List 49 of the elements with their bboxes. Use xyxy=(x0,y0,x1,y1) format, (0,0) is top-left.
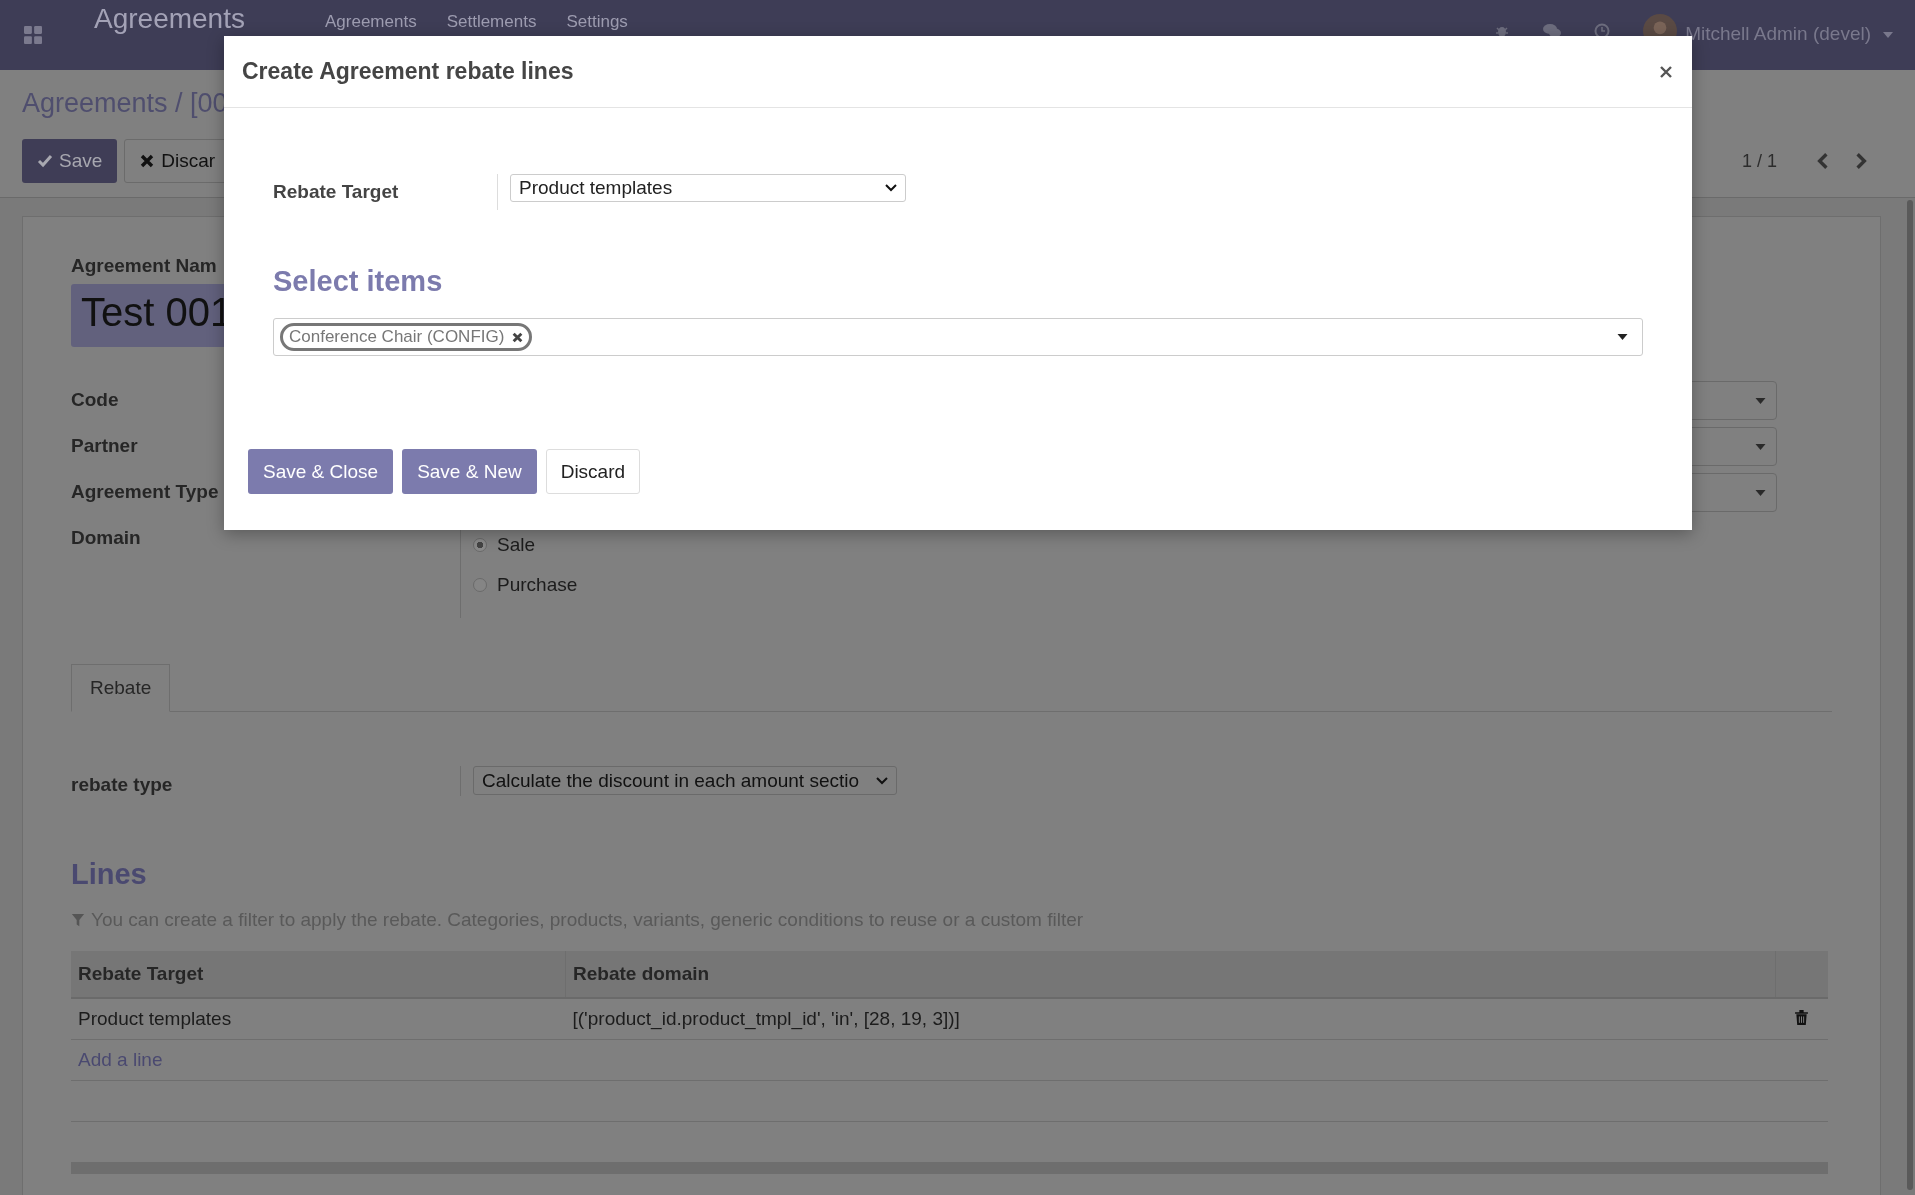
chevron-icon xyxy=(885,184,897,192)
field-label: Rebate Target xyxy=(273,180,400,204)
menu-item[interactable]: Settlements xyxy=(446,12,537,32)
table-cell: Product templates xyxy=(71,998,566,1040)
dialog-button[interactable]: Discard xyxy=(545,449,641,494)
tab[interactable]: Rebate xyxy=(71,664,171,712)
previous-icon[interactable] xyxy=(1817,152,1829,170)
caret-icon[interactable] xyxy=(1883,32,1893,38)
field-label: Agreement Nam xyxy=(71,255,218,277)
field-label: rebate type xyxy=(71,773,174,796)
field-label: Code xyxy=(71,388,120,412)
dialog-button[interactable]: Save & New xyxy=(402,449,537,494)
apps-grid-icon[interactable] xyxy=(24,26,42,44)
field-label: Domain xyxy=(71,526,142,550)
cross-icon xyxy=(139,153,156,169)
items-field[interactable]: Conference Chair (CONFIG) xyxy=(273,318,1643,356)
caret-icon xyxy=(1755,489,1766,496)
clock-icon[interactable] xyxy=(1593,23,1612,39)
next-icon[interactable] xyxy=(1855,152,1867,170)
dialog-title: Create Agreement rebate lines xyxy=(242,58,575,85)
remove-icon[interactable] xyxy=(512,331,524,343)
check-icon xyxy=(37,153,53,169)
app-title: Agreements xyxy=(94,3,245,34)
chat-icon[interactable] xyxy=(1543,23,1562,39)
menu-item[interactable]: Settings xyxy=(566,12,628,32)
close-icon[interactable] xyxy=(1660,65,1672,78)
field-label: Partner xyxy=(71,434,139,458)
filter-icon xyxy=(71,913,85,927)
rebate-target-select[interactable]: Product templates xyxy=(510,174,906,202)
trash-icon[interactable] xyxy=(1795,1010,1809,1025)
radio-option[interactable]: Purchase xyxy=(473,574,1777,596)
chevron-icon xyxy=(876,776,888,785)
caret-icon xyxy=(1755,397,1766,404)
menu-item[interactable]: Agreements xyxy=(324,12,417,32)
save-button[interactable]: Save xyxy=(22,139,118,183)
rebate-type-select[interactable]: Calculate the discount in each amount sectio xyxy=(473,766,897,795)
column-header[interactable]: Rebate domain xyxy=(565,951,1776,998)
section-title: Select items xyxy=(273,265,444,298)
user-menu[interactable]: Mitchell Admin (devel) xyxy=(1685,23,1871,45)
dialog-button[interactable]: Save & Close xyxy=(248,449,394,494)
caret-icon xyxy=(1617,334,1628,340)
column-header[interactable]: Rebate Target xyxy=(71,951,566,998)
pager-counter: 1 / 1 xyxy=(1741,150,1777,172)
item-tag: Conference Chair (CONFIG) xyxy=(280,323,533,351)
vertical-scrollbar[interactable] xyxy=(1907,200,1913,1190)
table-cell: [('product_id.product_tmpl_id', 'in', [28, 19, 3])] xyxy=(565,998,1776,1040)
radio-option[interactable]: Sale xyxy=(473,534,1777,556)
field-label: Agreement Type xyxy=(71,480,220,504)
caret-icon xyxy=(1755,443,1766,450)
